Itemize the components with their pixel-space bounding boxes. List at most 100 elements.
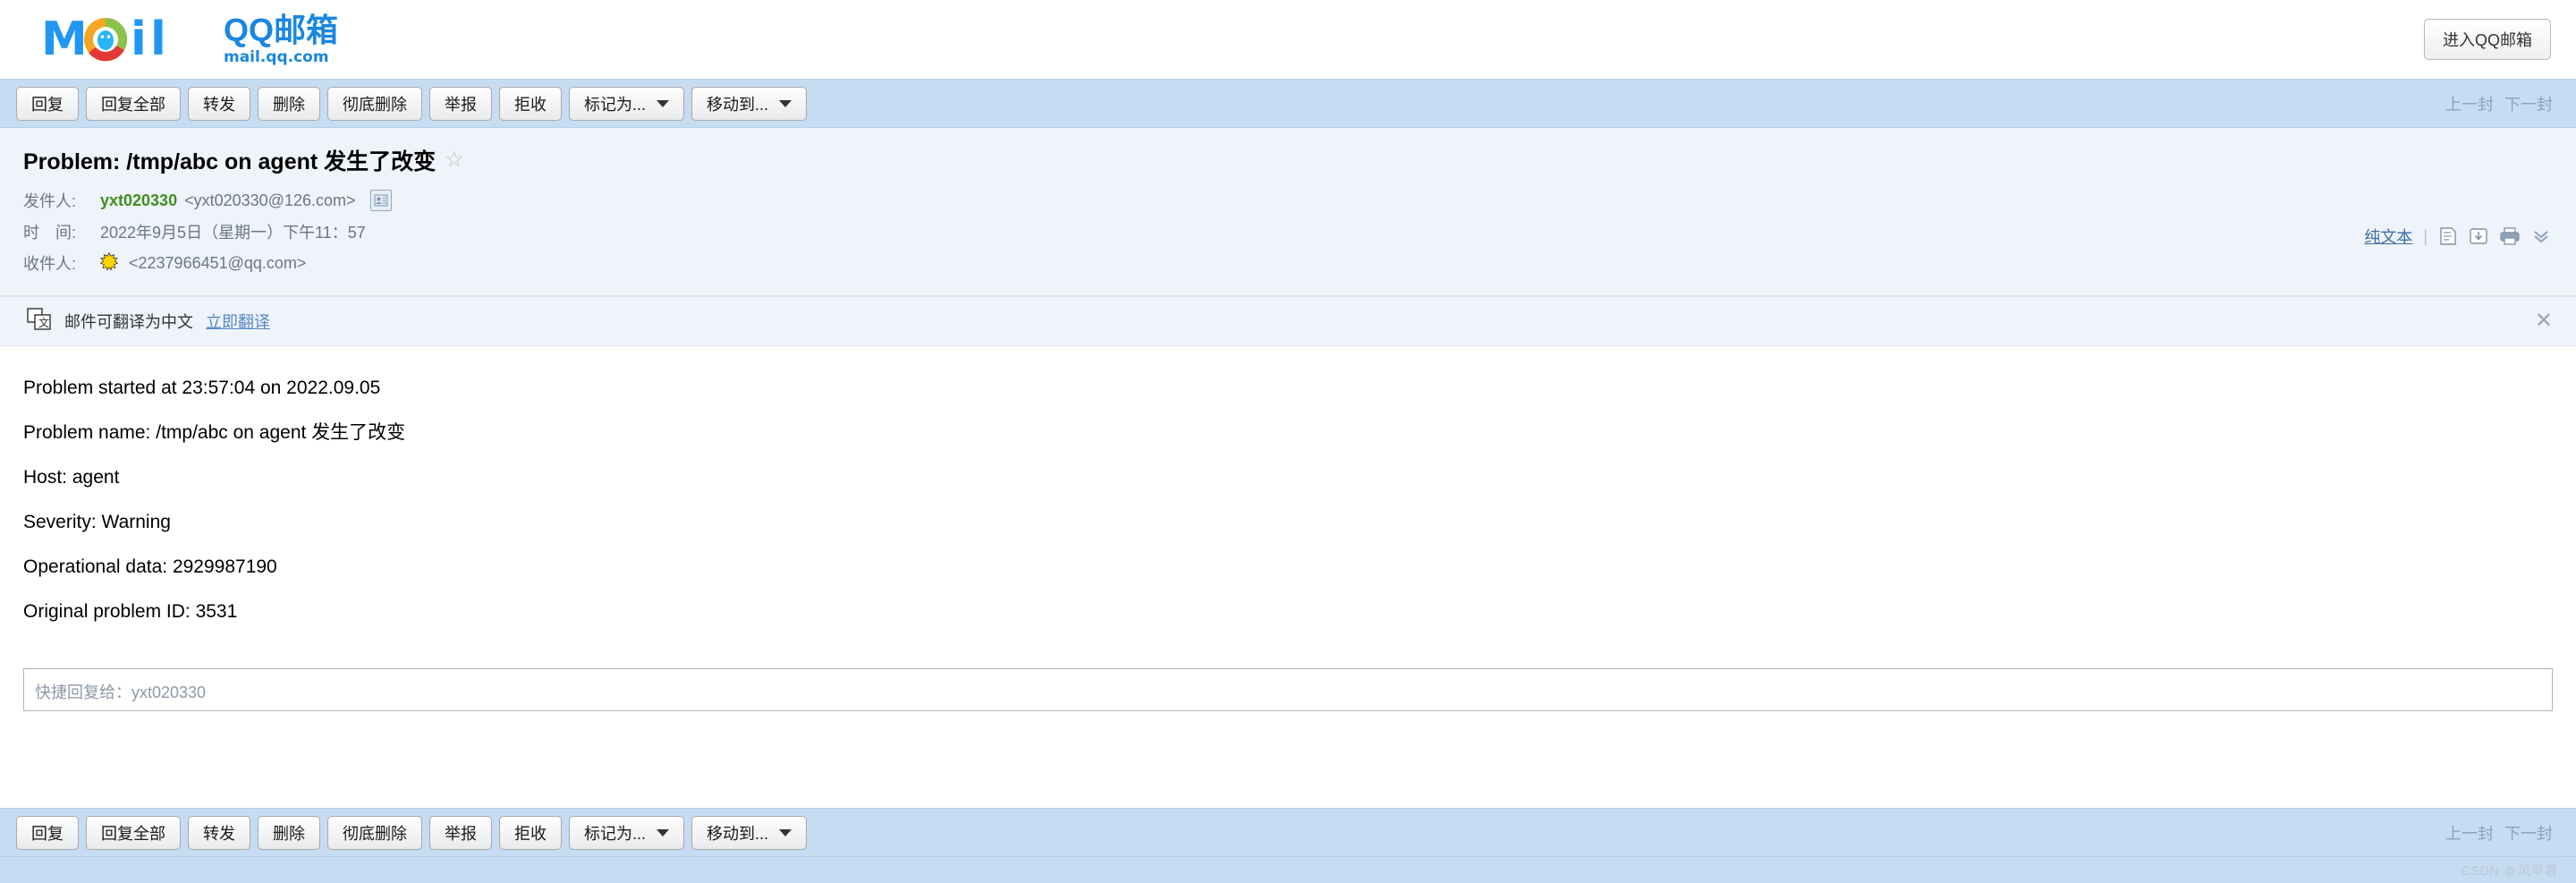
move-to-button-label: 移动到... xyxy=(707,95,769,114)
watermark: CSDN @风早君 xyxy=(2461,863,2558,878)
brand-wordmark: QQ邮箱 mail.qq.com xyxy=(224,11,339,66)
next-mail-link-bottom[interactable]: 下一封 xyxy=(2504,821,2553,845)
reply-all-button-label: 回复全部 xyxy=(101,95,165,114)
body-line: Severity: Warning xyxy=(23,512,171,532)
move-to-dropdown-button[interactable]: 移动到... xyxy=(691,86,808,121)
recipient-address: <2237966451@qq.com> xyxy=(129,253,307,272)
report-button-label: 举报 xyxy=(445,95,477,114)
qq-mail-reader-page: M i l QQ邮箱 mail.qq.com 进入QQ邮箱 回复 回复全部 转发… xyxy=(0,0,2576,883)
forward-button-bottom[interactable]: 转发 xyxy=(188,815,250,850)
translate-now-link[interactable]: 立即翻译 xyxy=(206,310,270,333)
time-label: 时 间: xyxy=(23,224,77,242)
body-line: Original problem ID: 3531 xyxy=(23,601,238,622)
sender-name[interactable]: yxt020330 xyxy=(100,191,177,210)
quick-reply-section xyxy=(0,668,2576,716)
document-icon[interactable] xyxy=(2438,226,2458,246)
chevron-down-icon xyxy=(657,828,670,836)
print-icon[interactable] xyxy=(2499,226,2521,246)
permanent-delete-button-label: 彻底删除 xyxy=(343,824,407,843)
reject-button-label: 拒收 xyxy=(514,824,547,843)
translation-bar: 文 邮件可翻译为中文 立即翻译 ✕ xyxy=(0,296,2576,346)
forward-button-label: 转发 xyxy=(203,824,235,843)
chevron-down-icon xyxy=(779,99,792,107)
quick-reply-input[interactable] xyxy=(23,668,2553,711)
contact-card-icon[interactable] xyxy=(369,190,392,211)
report-button-label: 举报 xyxy=(445,824,477,843)
reply-all-button-label: 回复全部 xyxy=(101,824,165,843)
mail-logo-icon: M i l xyxy=(41,15,211,64)
reply-button-label: 回复 xyxy=(31,95,64,114)
mail-subject: Problem: /tmp/abc on agent 发生了改变 xyxy=(23,149,436,174)
forward-button-label: 转发 xyxy=(203,95,235,114)
close-icon[interactable]: ✕ xyxy=(2535,310,2553,332)
top-toolbar-nav: 上一封 下一封 xyxy=(2445,92,2553,115)
translation-message-group: 文 邮件可翻译为中文 立即翻译 xyxy=(27,307,270,335)
report-button-bottom[interactable]: 举报 xyxy=(429,815,492,850)
mark-as-button-label: 标记为... xyxy=(584,95,647,114)
body-line: Host: agent xyxy=(23,467,120,488)
body-line: Problem name: /tmp/abc on agent 发生了改变 xyxy=(23,422,406,443)
delete-button[interactable]: 删除 xyxy=(258,86,320,121)
delete-button-label: 删除 xyxy=(273,824,305,843)
permanent-delete-button-bottom[interactable]: 彻底删除 xyxy=(327,815,422,850)
move-to-dropdown-button-bottom[interactable]: 移动到... xyxy=(691,815,808,850)
chevron-down-icon xyxy=(657,99,670,107)
chevron-down-icon xyxy=(779,828,792,836)
delete-button-bottom[interactable]: 删除 xyxy=(258,815,320,850)
svg-text:i: i xyxy=(131,15,147,64)
next-mail-link[interactable]: 下一封 xyxy=(2504,92,2553,115)
permanent-delete-button-label: 彻底删除 xyxy=(343,95,407,114)
permanent-delete-button[interactable]: 彻底删除 xyxy=(327,86,422,121)
svg-text:l: l xyxy=(150,15,166,64)
enter-qqmail-button[interactable]: 进入QQ邮箱 xyxy=(2423,19,2551,60)
reject-button-label: 拒收 xyxy=(514,95,547,114)
move-to-button-label: 移动到... xyxy=(707,824,769,843)
report-button[interactable]: 举报 xyxy=(429,86,492,121)
plain-text-link[interactable]: 纯文本 xyxy=(2364,225,2412,248)
mail-header-actions: 纯文本 | xyxy=(2364,225,2551,248)
time-row: 时 间: 2022年9月5日（星期一）下午11：57 xyxy=(23,220,2551,243)
bottom-fill-strip xyxy=(0,857,2576,883)
forward-button[interactable]: 转发 xyxy=(188,86,250,121)
brand-url: mail.qq.com xyxy=(224,47,329,66)
reply-all-button[interactable]: 回复全部 xyxy=(86,86,181,121)
translate-icon: 文 xyxy=(27,307,52,335)
star-icon[interactable]: ☆ xyxy=(445,149,464,171)
reply-all-button-bottom[interactable]: 回复全部 xyxy=(86,815,181,850)
svg-text:文: 文 xyxy=(38,316,49,329)
mark-as-button-label: 标记为... xyxy=(584,824,647,843)
bottom-toolbar-nav: 上一封 下一封 xyxy=(2445,821,2553,845)
mark-as-dropdown-button[interactable]: 标记为... xyxy=(569,86,685,121)
mail-header: Problem: /tmp/abc on agent 发生了改变 ☆ 发件人: … xyxy=(0,128,2576,296)
bottom-toolbar: 回复 回复全部 转发 删除 彻底删除 举报 拒收 标记为... 移动到... 上… xyxy=(0,808,2576,857)
sender-row: 发件人: yxt020330 <yxt020330@126.com> xyxy=(23,189,2551,212)
top-toolbar-buttons: 回复 回复全部 转发 删除 彻底删除 举报 拒收 标记为... 移动到... xyxy=(16,86,808,121)
mark-as-dropdown-button-bottom[interactable]: 标记为... xyxy=(569,815,685,850)
body-line: Problem started at 23:57:04 on 2022.09.0… xyxy=(23,378,381,398)
previous-mail-link-bottom[interactable]: 上一封 xyxy=(2445,821,2494,845)
bottom-toolbar-buttons: 回复 回复全部 转发 删除 彻底删除 举报 拒收 标记为... 移动到... xyxy=(16,815,808,850)
sun-avatar-icon xyxy=(99,251,119,275)
recipient-row: 收件人: <2237966451@qq.com> xyxy=(23,251,2551,275)
divider: | xyxy=(2423,226,2428,245)
reject-button[interactable]: 拒收 xyxy=(499,86,562,121)
brand-name-cn: QQ邮箱 xyxy=(224,11,339,48)
chevron-double-down-icon[interactable] xyxy=(2531,227,2551,245)
mail-body: Problem started at 23:57:04 on 2022.09.0… xyxy=(0,346,2576,668)
reply-button[interactable]: 回复 xyxy=(16,86,79,121)
subject-row: Problem: /tmp/abc on agent 发生了改变 ☆ xyxy=(23,144,2551,176)
reply-button-bottom[interactable]: 回复 xyxy=(16,815,79,850)
time-value: 2022年9月5日（星期一）下午11：57 xyxy=(100,224,366,242)
reply-button-label: 回复 xyxy=(31,824,64,843)
translation-message: 邮件可翻译为中文 xyxy=(64,313,193,331)
previous-mail-link[interactable]: 上一封 xyxy=(2445,92,2494,115)
svg-text:M: M xyxy=(41,15,88,64)
sender-address: <yxt020330@126.com> xyxy=(184,191,356,209)
top-toolbar: 回复 回复全部 转发 删除 彻底删除 举报 拒收 标记为... 移动到... 上… xyxy=(0,79,2576,128)
recipient-label: 收件人: xyxy=(23,255,77,273)
brand-logo-group: M i l QQ邮箱 mail.qq.com xyxy=(41,11,339,66)
sender-label: 发件人: xyxy=(23,192,77,210)
save-download-icon[interactable] xyxy=(2469,226,2488,246)
body-line: Operational data: 2929987190 xyxy=(23,556,277,577)
reject-button-bottom[interactable]: 拒收 xyxy=(499,815,562,850)
